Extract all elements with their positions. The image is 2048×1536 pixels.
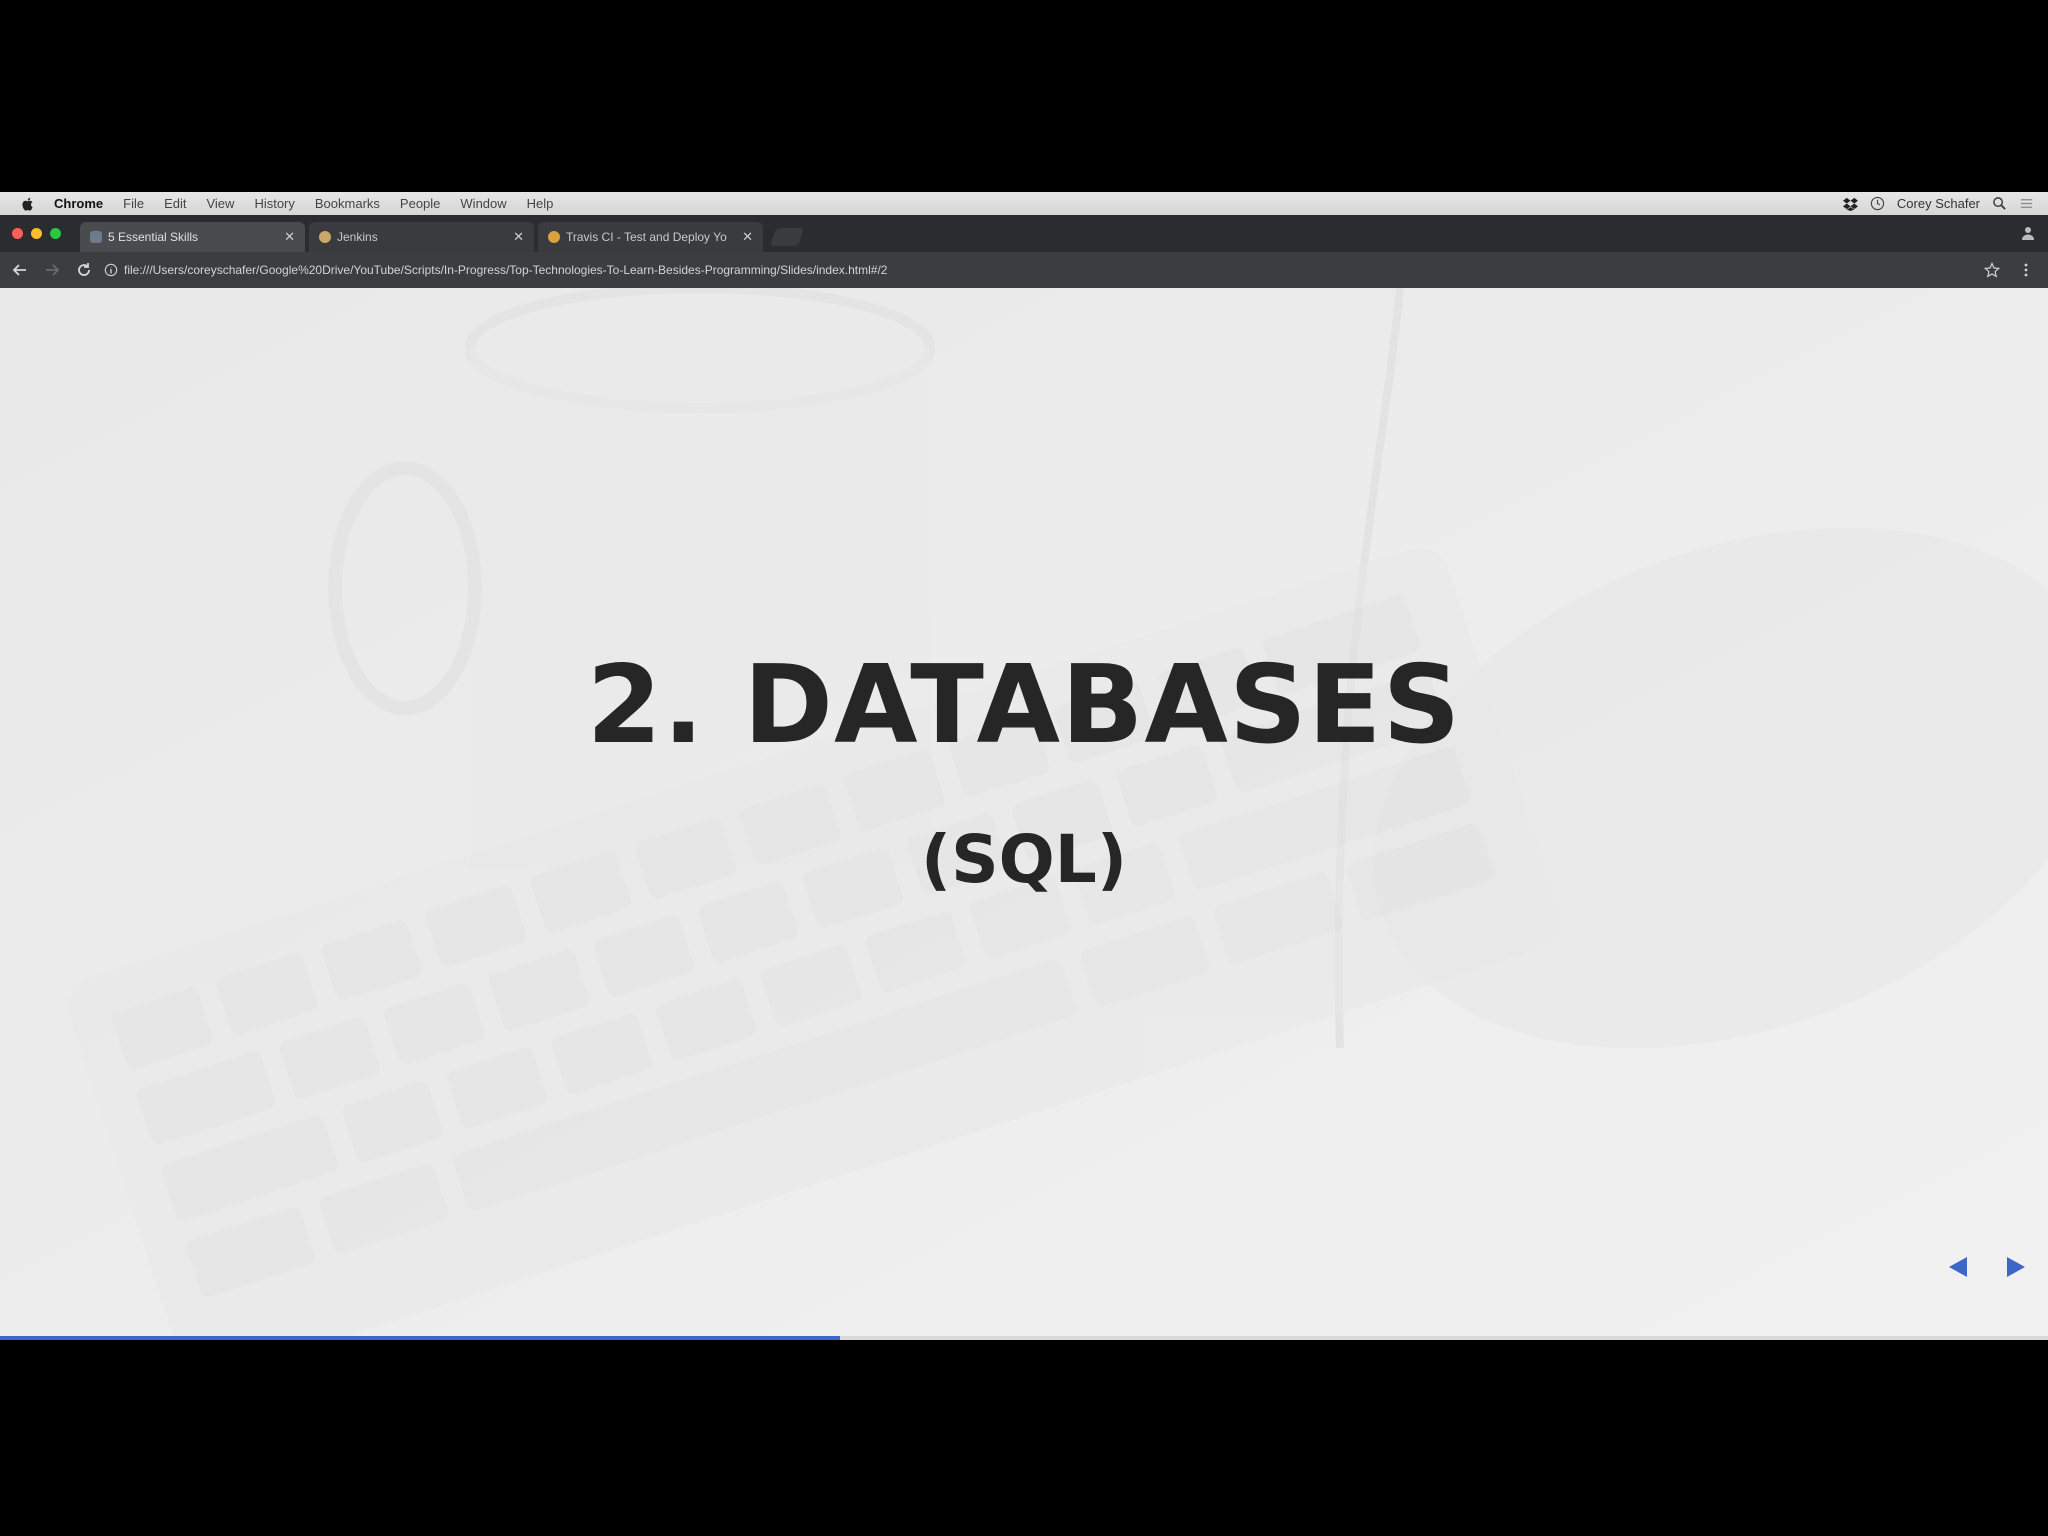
tab-title: Travis CI - Test and Deploy Yo — [566, 230, 727, 244]
notification-center-icon[interactable] — [2019, 196, 2034, 211]
tab-close-icon[interactable]: ✕ — [742, 229, 753, 245]
toolbar-right-tools — [1984, 262, 2034, 278]
mac-menubar: Chrome File Edit View History Bookmarks … — [0, 192, 2048, 215]
slide-progress-bar — [0, 1336, 2048, 1340]
tab-favicon-icon — [90, 231, 102, 243]
zoom-window-button[interactable] — [50, 228, 61, 239]
navigation-buttons — [12, 262, 92, 278]
close-window-button[interactable] — [12, 228, 23, 239]
forward-arrow-icon[interactable] — [44, 262, 60, 278]
menu-window[interactable]: Window — [460, 196, 506, 211]
bookmark-star-icon[interactable] — [1984, 262, 2000, 278]
profile-icon[interactable] — [2020, 225, 2036, 241]
reload-icon[interactable] — [76, 262, 92, 278]
chrome-toolbar: file:///Users/coreyschafer/Google%20Driv… — [0, 252, 2048, 288]
menu-view[interactable]: View — [206, 196, 234, 211]
menubar-status-area: Corey Schafer — [1842, 196, 2048, 211]
tab-title: 5 Essential Skills — [108, 230, 199, 244]
tab-close-icon[interactable]: ✕ — [513, 229, 524, 245]
spotlight-search-icon[interactable] — [1992, 196, 2007, 211]
apple-icon[interactable] — [20, 196, 36, 212]
menu-bookmarks[interactable]: Bookmarks — [315, 196, 380, 211]
menu-app-name[interactable]: Chrome — [54, 196, 103, 211]
address-bar[interactable]: file:///Users/coreyschafer/Google%20Driv… — [104, 257, 1984, 283]
slide-navigation-controls — [1946, 1255, 2028, 1279]
slide-progress-fill — [0, 1336, 840, 1340]
menu-file[interactable]: File — [123, 196, 144, 211]
menu-people[interactable]: People — [400, 196, 440, 211]
new-tab-button[interactable] — [769, 228, 805, 246]
back-arrow-icon[interactable] — [12, 262, 28, 278]
window-controls — [12, 228, 61, 239]
minimize-window-button[interactable] — [31, 228, 42, 239]
menu-help[interactable]: Help — [527, 196, 554, 211]
presentation-slide: 2. DATABASES (SQL) — [0, 288, 2048, 1340]
clock-icon[interactable] — [1870, 196, 1885, 211]
jenkins-favicon-icon — [319, 231, 331, 243]
dropbox-icon[interactable] — [1842, 196, 1858, 211]
url-text: file:///Users/coreyschafer/Google%20Driv… — [124, 263, 888, 277]
tab-close-icon[interactable]: ✕ — [284, 229, 295, 245]
slide-subtitle: (SQL) — [920, 821, 1128, 898]
tab-jenkins[interactable]: Jenkins ✕ — [309, 222, 534, 252]
chrome-tab-strip: 5 Essential Skills ✕ Jenkins ✕ Travis CI… — [0, 215, 2048, 252]
slide-title: 2. DATABASES — [586, 643, 1462, 768]
slide-background-image — [0, 288, 2048, 1340]
tab-travis-ci[interactable]: Travis CI - Test and Deploy Yo ✕ — [538, 222, 763, 252]
menu-edit[interactable]: Edit — [164, 196, 186, 211]
screen: Chrome File Edit View History Bookmarks … — [0, 0, 2048, 1536]
previous-slide-arrow-icon[interactable] — [1946, 1255, 1970, 1279]
travis-favicon-icon — [548, 231, 560, 243]
menu-history[interactable]: History — [254, 196, 294, 211]
chrome-menu-icon[interactable] — [2018, 262, 2034, 278]
info-icon[interactable] — [104, 263, 118, 277]
menubar-user-name[interactable]: Corey Schafer — [1897, 196, 1980, 211]
tab-title: Jenkins — [337, 230, 378, 244]
next-slide-arrow-icon[interactable] — [2004, 1255, 2028, 1279]
tab-5-essential-skills[interactable]: 5 Essential Skills ✕ — [80, 222, 305, 252]
